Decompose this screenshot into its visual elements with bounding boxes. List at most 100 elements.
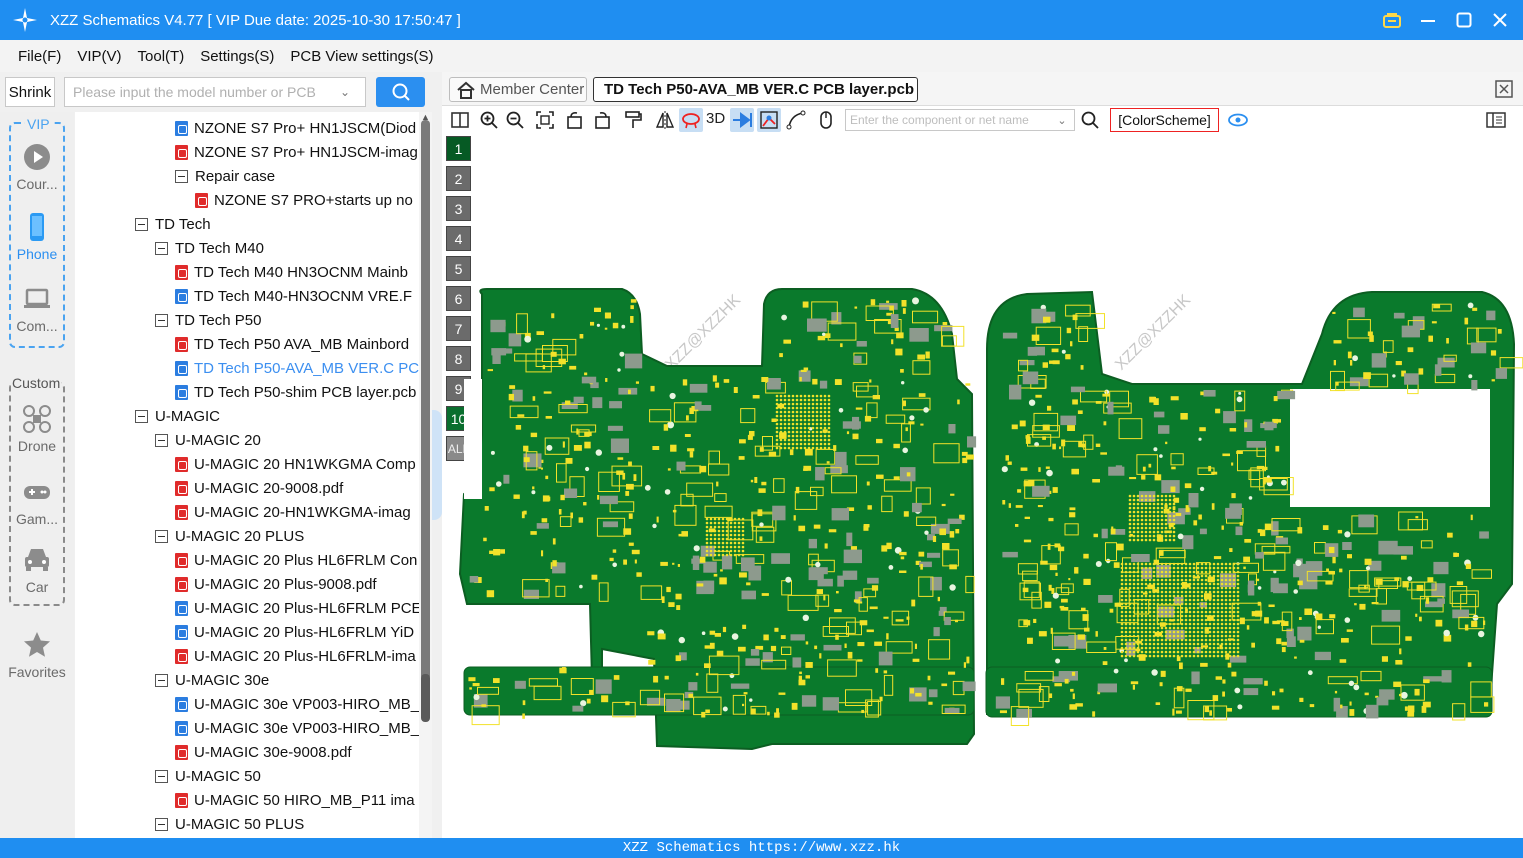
collapse-toggle-icon[interactable] — [155, 241, 168, 255]
tree-folder[interactable]: U-MAGIC — [135, 404, 220, 428]
search-button[interactable] — [376, 77, 425, 107]
eye-icon[interactable] — [1226, 108, 1250, 132]
category-drone[interactable]: Drone — [0, 404, 74, 454]
tree-folder[interactable]: U-MAGIC 20 PLUS — [155, 524, 304, 548]
tree-folder[interactable]: TD Tech P50 — [155, 308, 261, 332]
collapse-toggle-icon[interactable] — [155, 817, 168, 831]
zoom-out-icon[interactable] — [503, 108, 527, 132]
color-scheme-button[interactable]: [ColorScheme] — [1110, 108, 1219, 132]
tree-file[interactable]: TD Tech P50-AVA_MB VER.C PC — [175, 356, 419, 380]
chevron-down-icon[interactable]: ⌄ — [1050, 114, 1074, 127]
tree-file[interactable]: TD Tech M40-HN3OCNM VRE.F — [175, 284, 412, 308]
tree-file[interactable]: U-MAGIC 30e VP003-HIRO_MB_ — [175, 692, 419, 716]
chevron-down-icon[interactable]: ⌄ — [333, 85, 357, 99]
rotate-left-icon[interactable] — [563, 108, 587, 132]
trace-highlight-icon[interactable] — [757, 108, 781, 132]
tree-file[interactable]: U-MAGIC 20 Plus-9008.pdf — [175, 572, 377, 596]
tree-file[interactable]: U-MAGIC 20 Plus HL6FRLM Con — [175, 548, 417, 572]
tree-folder[interactable]: U-MAGIC 50 — [155, 764, 261, 788]
tree-file[interactable]: TD Tech P50-shim PCB layer.pcb — [175, 380, 416, 404]
tree-item-label: TD Tech P50 — [175, 311, 262, 329]
category-computer[interactable]: Com... — [0, 284, 74, 334]
tree-file[interactable]: TD Tech P50 AVA_MB Mainbord — [175, 332, 409, 356]
tree-folder[interactable]: TD Tech M40 — [155, 236, 264, 260]
panel-collapse-handle[interactable] — [432, 410, 442, 520]
collapse-toggle-icon[interactable] — [155, 313, 168, 327]
document-tabs: Member Center TD Tech P50-AVA_MB VER.C P… — [442, 72, 1523, 106]
tree-folder[interactable]: TD Tech — [135, 212, 211, 236]
tree-folder[interactable]: U-MAGIC 30e — [155, 668, 269, 692]
paint-roller-icon[interactable] — [621, 108, 645, 132]
pdf-file-icon — [175, 336, 188, 352]
search-icon[interactable] — [1078, 108, 1102, 132]
tree-item-label: TD Tech M40 HN3OCNM Mainb — [194, 263, 408, 281]
pcb-canvas[interactable]: XZZ@XZZHK XZZ@XZZHK — [442, 134, 1523, 838]
tree-file[interactable]: U-MAGIC 30e VP003-HIRO_MB_ — [175, 716, 419, 740]
tree-file[interactable]: U-MAGIC 20 Plus-HL6FRLM YiD — [175, 620, 414, 644]
close-icon[interactable] — [1489, 9, 1511, 31]
tree-file[interactable]: U-MAGIC 20-9008.pdf — [175, 476, 343, 500]
view-3d-toggle[interactable]: 3D — [706, 110, 725, 127]
tree-folder[interactable]: Repair case — [175, 164, 275, 188]
category-courses[interactable]: Cour... — [0, 142, 74, 192]
highlight-net-icon[interactable] — [679, 108, 703, 132]
collapse-toggle-icon[interactable] — [155, 433, 168, 447]
tree-file[interactable]: NZONE S7 Pro+ HN1JSCM-imag — [175, 140, 418, 164]
tree-file[interactable]: U-MAGIC 30e-9008.pdf — [175, 740, 352, 764]
scrollbar-thumb[interactable] — [421, 674, 430, 722]
pin-arrow-icon[interactable] — [730, 108, 754, 132]
tree-item-label: TD Tech P50-shim PCB layer.pcb — [194, 383, 417, 401]
model-search-input[interactable] — [65, 78, 333, 106]
minimize-icon[interactable] — [1417, 9, 1439, 31]
tree-scrollbar[interactable]: ▲ — [419, 112, 432, 838]
category-game[interactable]: Gam... — [0, 477, 74, 527]
tree-folder[interactable]: U-MAGIC 20 — [155, 428, 261, 452]
menu-settings[interactable]: Settings(S) — [200, 46, 274, 67]
measure-curve-icon[interactable] — [784, 108, 808, 132]
collapse-toggle-icon[interactable] — [155, 673, 168, 687]
tree-file[interactable]: U-MAGIC 20 Plus-HL6FRLM PCE — [175, 596, 419, 620]
rotate-right-icon[interactable] — [590, 108, 614, 132]
tree-item-label: U-MAGIC 20 — [175, 431, 261, 449]
tree-file[interactable]: U-MAGIC 20-HN1WKGMA-imag — [175, 500, 411, 524]
menu-file[interactable]: File(F) — [18, 46, 61, 67]
mouse-mode-icon[interactable] — [814, 108, 838, 132]
category-label: Com... — [16, 318, 58, 334]
menu-vip[interactable]: VIP(V) — [77, 46, 121, 67]
side-panel-toggle-icon[interactable] — [1484, 108, 1508, 132]
close-all-tabs-icon[interactable] — [1495, 80, 1513, 98]
menu-tool[interactable]: Tool(T) — [138, 46, 185, 67]
pcb-file-icon — [175, 120, 188, 136]
tree-item-label: U-MAGIC 50 PLUS — [175, 815, 305, 833]
collapse-toggle-icon[interactable] — [135, 217, 148, 231]
car-icon — [25, 549, 49, 571]
category-car[interactable]: Car — [0, 545, 74, 595]
split-view-icon[interactable] — [448, 108, 472, 132]
tree-file[interactable]: U-MAGIC 20 Plus-HL6FRLM-ima — [175, 644, 416, 668]
tab-pcb-file[interactable]: TD Tech P50-AVA_MB VER.C PCB layer.pcb — [593, 77, 918, 102]
custom-group-label: Custom — [11, 375, 62, 391]
mirror-flip-icon[interactable] — [653, 108, 677, 132]
tree-file[interactable]: U-MAGIC 20 HN1WKGMA Comp — [175, 452, 416, 476]
collapse-toggle-icon[interactable] — [155, 529, 168, 543]
zoom-in-icon[interactable] — [477, 108, 501, 132]
vip-badge-icon[interactable] — [1381, 9, 1403, 31]
category-favorites[interactable]: Favorites — [0, 630, 74, 680]
collapse-toggle-icon[interactable] — [155, 769, 168, 783]
collapse-toggle-icon[interactable] — [135, 409, 148, 423]
tree-folder[interactable]: U-MAGIC 50 PLUS — [155, 812, 304, 836]
tree-file[interactable]: TD Tech M40 HN3OCNM Mainb — [175, 260, 408, 284]
shrink-button[interactable]: Shrink — [5, 77, 55, 107]
tree-file[interactable]: U-MAGIC 50 HIRO_MB_P11 ima — [175, 788, 415, 812]
tree-file[interactable]: NZONE S7 Pro+ HN1JSCM(Diod — [175, 116, 416, 140]
collapse-toggle-icon[interactable] — [175, 169, 188, 183]
maximize-icon[interactable] — [1453, 9, 1475, 31]
menu-pcb-view-settings[interactable]: PCB View settings(S) — [290, 46, 433, 67]
category-phone[interactable]: Phone — [0, 212, 74, 262]
tree-file[interactable]: NZONE S7 PRO+starts up no — [195, 188, 413, 212]
fit-view-icon[interactable] — [533, 108, 557, 132]
tree-item-label: U-MAGIC 30e VP003-HIRO_MB_ — [194, 695, 419, 713]
tab-member-center[interactable]: Member Center — [449, 77, 587, 102]
component-search-input[interactable] — [846, 110, 1050, 130]
tree-item-label: Repair case — [195, 167, 276, 185]
